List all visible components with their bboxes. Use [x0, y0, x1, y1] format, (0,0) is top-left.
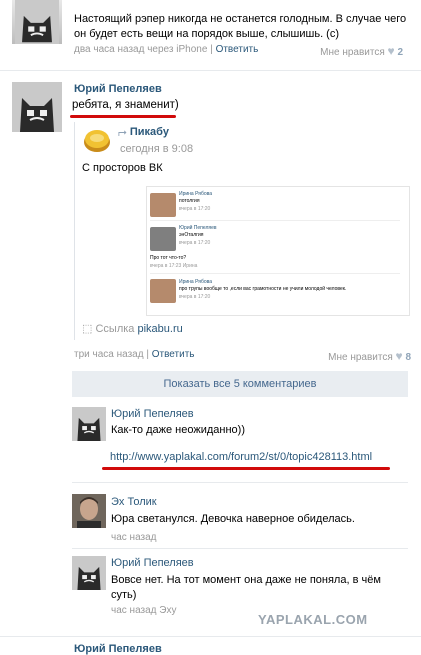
avatar[interactable] [12, 0, 62, 44]
photo-avatar [150, 193, 176, 217]
avatar[interactable] [12, 82, 62, 132]
comment-text: Юра светанулся. Девочка наверное обидела… [111, 513, 355, 525]
img-comment-text: Про тот что-то? [150, 255, 187, 261]
like-label: Мне нравится [328, 352, 393, 363]
person-photo-icon [72, 494, 106, 528]
img-comment-time: вчера в 17:23 Ирина [150, 263, 198, 269]
author-name[interactable]: Юрий Пепеляев [74, 643, 162, 655]
divider [0, 636, 421, 637]
post-text: Настоящий рэпер никогда не останется гол… [74, 13, 407, 40]
like-control[interactable]: Мне нравится ♥ 8 [328, 349, 411, 363]
like-label: Мне нравится [320, 47, 385, 58]
img-comment-author: Ирина Рябова [179, 279, 213, 285]
cat-icon [12, 82, 62, 132]
repost-icon: ⮣ [118, 126, 127, 138]
avatar[interactable] [72, 494, 106, 528]
heart-icon: ♥ [387, 44, 395, 58]
like-control[interactable]: Мне нравится ♥ 2 [320, 44, 403, 58]
comment-time[interactable]: час назад [111, 532, 157, 543]
repost-source[interactable]: ⮣ Пикабу [118, 126, 169, 139]
reply-link[interactable]: Ответить [216, 44, 259, 55]
comment-text: Вовсе нет. На тот момент она даже не пон… [111, 574, 381, 601]
like-count: 2 [397, 47, 403, 58]
repost-time[interactable]: сегодня в 9:08 [120, 143, 193, 155]
img-comment-author: Ирина Рябова [179, 191, 213, 197]
repost-border [74, 122, 75, 340]
repost-link[interactable]: ⬚ Ссылка pikabu.ru [82, 322, 183, 335]
divider [150, 220, 400, 221]
comment-author[interactable]: Эх Толик [111, 496, 157, 508]
link-icon: ⬚ [82, 323, 93, 335]
post-meta: три часа назад | Ответить [74, 349, 195, 360]
avatar[interactable] [72, 407, 106, 441]
divider [72, 548, 408, 549]
cookie-icon [84, 130, 110, 152]
divider [72, 482, 408, 483]
img-comment-time: вчера в 17:20 [179, 240, 211, 246]
photo-avatar [150, 279, 176, 303]
post-time[interactable]: три часа назад [74, 349, 144, 360]
post-text: ребята, я знаменит) [72, 99, 179, 111]
repost-text: С просторов ВК [82, 162, 163, 174]
cat-icon [15, 0, 59, 44]
cat-icon [72, 556, 106, 590]
show-all-comments-button[interactable]: Показать все 5 комментариев [72, 371, 408, 397]
source-avatar[interactable] [82, 125, 112, 155]
post-time[interactable]: два часа назад через iPhone [74, 44, 207, 55]
highlight-underline [102, 467, 390, 470]
reply-link[interactable]: Ответить [152, 349, 195, 360]
highlight-underline [70, 115, 176, 118]
attached-image[interactable]: Ирина Рябова потолгия вчера в 17:20 Юрий… [146, 186, 410, 316]
cat-icon [72, 407, 106, 441]
img-comment-text: про трупы вообще то ,если вас грамотност… [179, 286, 347, 292]
img-comment-time: вчера в 17:20 [179, 294, 211, 300]
like-count: 8 [405, 352, 411, 363]
img-comment-time: вчера в 17:20 [179, 206, 211, 212]
photo-avatar [150, 227, 176, 251]
comment-text: Как-то даже неожиданно)) [111, 424, 245, 436]
divider [150, 273, 400, 274]
watermark: YAPLAKAL.COM [258, 612, 368, 627]
divider [0, 70, 421, 71]
img-comment-text: энОталгия [179, 232, 204, 238]
img-comment-text: потолгия [179, 198, 200, 204]
comment-author[interactable]: Юрий Пепеляев [111, 408, 194, 420]
img-comment-author: Юрий Пепеляев [179, 225, 217, 231]
comment-time[interactable]: час назад Эху [111, 605, 176, 616]
post-meta: два часа назад через iPhone | Ответить [74, 44, 259, 55]
comment-author[interactable]: Юрий Пепеляев [111, 557, 194, 569]
comment-url[interactable]: http://www.yaplakal.com/forum2/st/0/topi… [110, 451, 372, 463]
author-name[interactable]: Юрий Пепеляев [74, 83, 162, 95]
heart-icon: ♥ [395, 349, 403, 363]
avatar[interactable] [72, 556, 106, 590]
